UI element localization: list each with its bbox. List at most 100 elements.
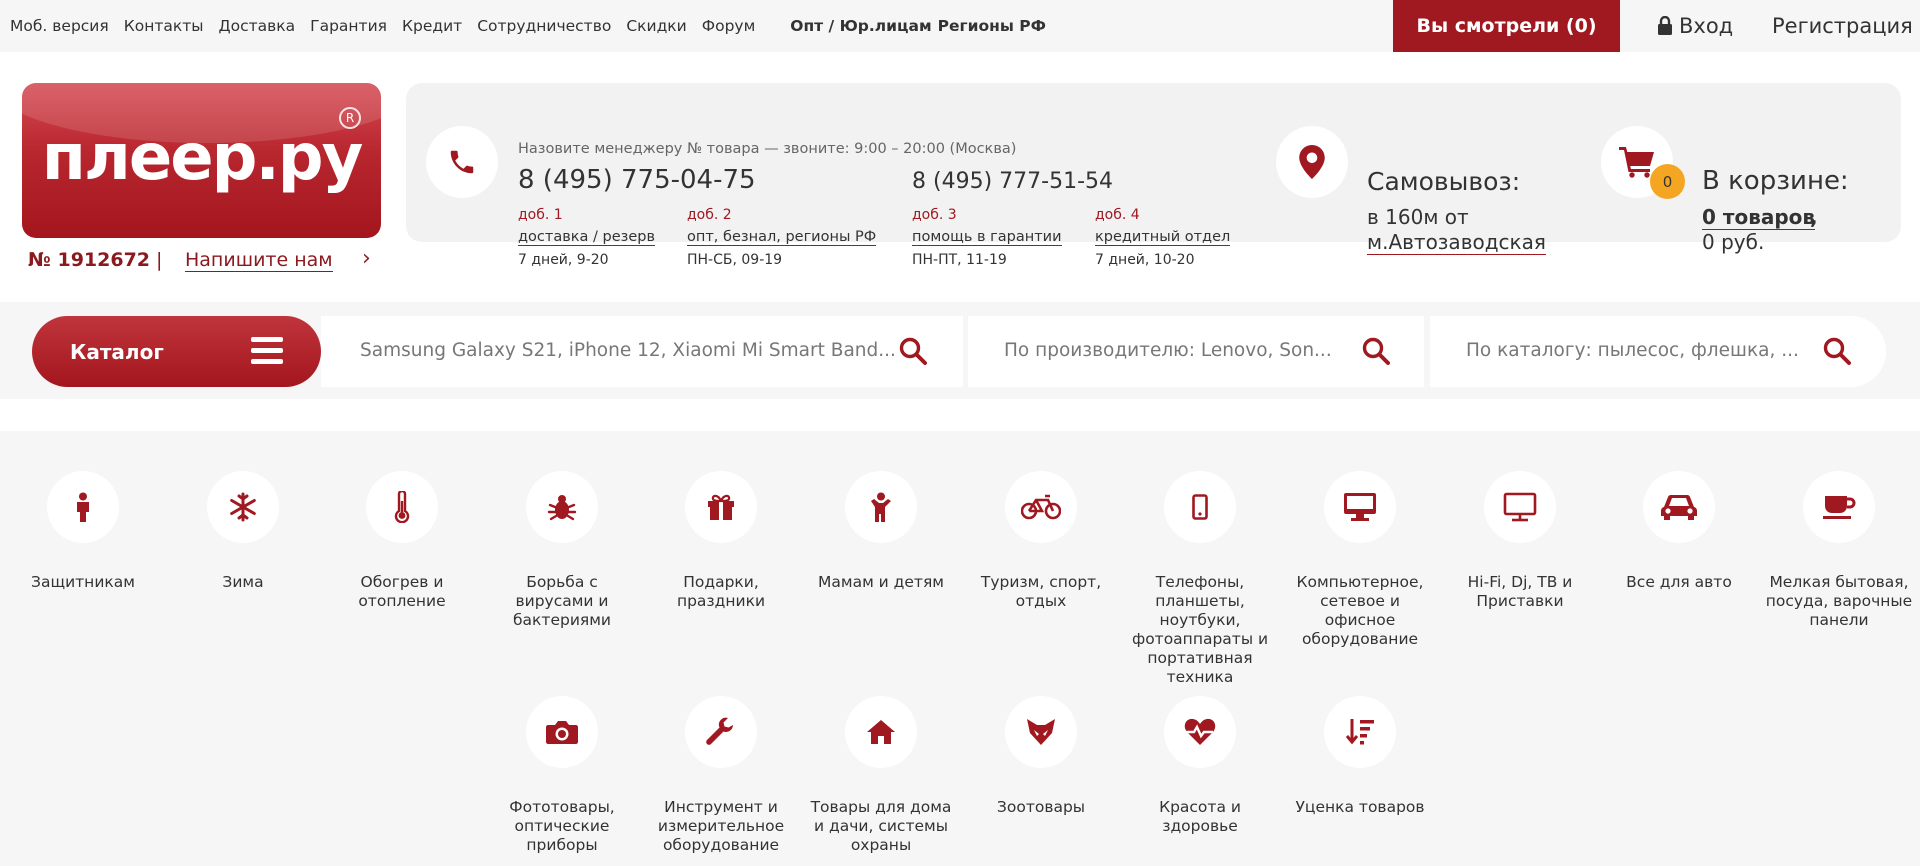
category-phones[interactable]: Телефоны, планшеты, ноутбуки, фотоаппара… (1125, 471, 1275, 687)
category-label: Зима (222, 573, 264, 591)
category-photo[interactable]: Фототовары, оптические приборы (487, 696, 637, 855)
topnav-link-credit[interactable]: Кредит (402, 17, 462, 35)
product-search-placeholder: Samsung Galaxy S21, iPhone 12, Xiaomi Mi… (360, 340, 896, 361)
category-label: Телефоны, планшеты, ноутбуки, фотоаппара… (1131, 573, 1269, 686)
category-household[interactable]: Мелкая бытовая, посуда, варочные панели (1764, 471, 1914, 630)
site-logo[interactable]: плеер.ру R (22, 83, 381, 238)
search-icon[interactable] (1361, 336, 1391, 366)
product-search-field[interactable]: Samsung Galaxy S21, iPhone 12, Xiaomi Mi… (321, 316, 963, 387)
category-winter[interactable]: Зима (168, 471, 318, 592)
category-label: Подарки, праздники (676, 573, 766, 610)
category-label: Мамам и детям (818, 573, 944, 591)
category-beauty[interactable]: Красота и здоровье (1125, 696, 1275, 836)
topnav-link-forum[interactable]: Форум (702, 17, 756, 35)
category-label: Туризм, спорт, отдых (980, 573, 1102, 610)
phone-second[interactable]: 8 (495) 777-51-54 (912, 169, 1113, 194)
topnav-link-delivery[interactable]: Доставка (218, 17, 295, 35)
header: плеер.ру R № 1912672 | Напишите нам › На… (0, 52, 1920, 302)
pickup-text: в 160м от (1367, 205, 1469, 229)
cup-icon (1803, 471, 1875, 543)
lock-icon (1658, 16, 1672, 35)
category-label: Все для авто (1626, 573, 1732, 591)
phone-main[interactable]: 8 (495) 775-04-75 (518, 165, 756, 195)
pickup-metro-link[interactable]: м.Автозаводская (1367, 230, 1546, 255)
category-antivirus[interactable]: Борьба с вирусами и бактериями (487, 471, 637, 630)
car-icon (1643, 471, 1715, 543)
recently-viewed-button[interactable]: Вы смотрели (0) (1393, 0, 1620, 52)
category-kids[interactable]: Мамам и детям (806, 471, 956, 592)
topnav-link-cooperation[interactable]: Сотрудничество (477, 17, 611, 35)
catalog-search-placeholder: По каталогу: пылесос, флешка, ... (1466, 340, 1799, 361)
ext-2-link[interactable]: опт, безнал, регионы РФ (687, 229, 877, 246)
ext-2-number: доб. 2 (687, 207, 732, 223)
cart-comma: , (1810, 205, 1818, 229)
register-link[interactable]: Регистрация (1772, 0, 1913, 52)
category-tools[interactable]: Инструмент и измерительное оборудование (646, 696, 796, 855)
home-icon (845, 696, 917, 768)
ext-3-link[interactable]: помощь в гарантии (912, 229, 1062, 246)
category-pets[interactable]: Зоотовары (966, 696, 1116, 817)
camera-icon (526, 696, 598, 768)
phone-icon-circle (426, 126, 498, 198)
category-label: Уценка товаров (1295, 798, 1425, 816)
category-auto[interactable]: Все для авто (1604, 471, 1754, 592)
ext-3-time: ПН-ПТ, 11-19 (912, 252, 1007, 268)
desktop-icon (1324, 471, 1396, 543)
bicycle-icon (1005, 471, 1077, 543)
category-discount[interactable]: Уценка товаров (1285, 696, 1435, 817)
category-label: Инструмент и измерительное оборудование (657, 798, 785, 854)
topnav-link-contacts[interactable]: Контакты (124, 17, 204, 35)
topnav-link-discounts[interactable]: Скидки (626, 17, 686, 35)
soldier-icon (47, 471, 119, 543)
login-link[interactable]: Вход (1657, 0, 1733, 52)
wrench-icon (685, 696, 757, 768)
brand-search-field[interactable]: По производителю: Lenovo, Son... (968, 316, 1424, 387)
category-label: Обогрев и отопление (358, 573, 446, 610)
ext-1-link[interactable]: доставка / резерв (518, 229, 655, 246)
category-label: Борьба с вирусами и бактериями (513, 573, 611, 629)
logo-text: плеер.ру (41, 121, 364, 195)
search-icon[interactable] (1822, 336, 1852, 366)
ext-2-time: ПН-СБ, 09-19 (687, 252, 783, 268)
snowflake-icon (207, 471, 279, 543)
category-computers[interactable]: Компьютерное, сетевое и офисное оборудов… (1285, 471, 1435, 649)
top-bar: Моб. версия Контакты Доставка Гарантия К… (0, 0, 1920, 52)
cart-count-badge: 0 (1650, 164, 1685, 199)
search-icon[interactable] (898, 336, 928, 366)
ext-1-time: 7 дней, 9-20 (518, 252, 609, 268)
topnav-link-wholesale[interactable]: Опт / Юр.лицам (790, 17, 931, 35)
mobile-phone-icon (1164, 471, 1236, 543)
topnav-link-regions[interactable]: Регионы РФ (938, 17, 1046, 35)
order-number: № 1912672 (28, 249, 151, 271)
category-label: Зоотовары (996, 798, 1086, 816)
category-heating[interactable]: Обогрев и отопление (327, 471, 477, 611)
heartbeat-icon (1164, 696, 1236, 768)
bug-icon (526, 471, 598, 543)
category-hifi[interactable]: Hi-Fi, Dj, ТВ и Приставки (1445, 471, 1595, 611)
category-gifts[interactable]: Подарки, праздники (646, 471, 796, 611)
login-label: Вход (1679, 14, 1734, 38)
category-label: Защитникам (31, 573, 135, 591)
phone-icon (450, 150, 474, 174)
category-home[interactable]: Товары для дома и дачи, системы охраны (806, 696, 956, 855)
catalog-button[interactable]: Каталог (32, 316, 321, 387)
topnav-link-mobile[interactable]: Моб. версия (10, 17, 109, 35)
search-bar: Каталог Samsung Galaxy S21, iPhone 12, X… (0, 302, 1920, 399)
map-marker-icon (1299, 145, 1325, 179)
ext-4-link[interactable]: кредитный отдел (1095, 229, 1231, 246)
thermometer-icon (366, 471, 438, 543)
category-label: Товары для дома и дачи, системы охраны (810, 798, 952, 854)
write-us-link[interactable]: Напишите нам (185, 249, 333, 272)
hamburger-icon (251, 337, 283, 365)
contact-info-box (406, 83, 1901, 242)
catalog-search-field[interactable]: По каталогу: пылесос, флешка, ... (1430, 316, 1886, 387)
cart-title: В корзине: (1702, 166, 1849, 196)
separator: | (156, 249, 163, 271)
ext-4-time: 7 дней, 10-20 (1095, 252, 1195, 268)
gift-icon (685, 471, 757, 543)
category-defenders[interactable]: Защитникам (8, 471, 158, 592)
cart-items-link[interactable]: 0 товаров (1702, 205, 1816, 230)
topnav-link-warranty[interactable]: Гарантия (310, 17, 387, 35)
ext-4-number: доб. 4 (1095, 207, 1140, 223)
category-sport[interactable]: Туризм, спорт, отдых (966, 471, 1116, 611)
